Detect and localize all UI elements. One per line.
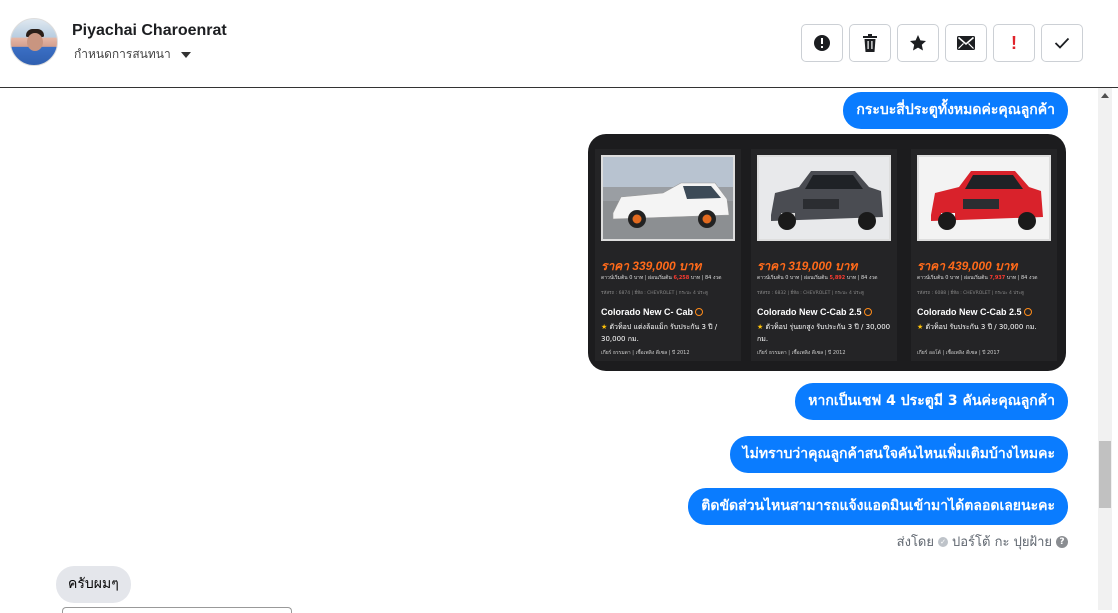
car-financing: ดาวน์เริ่มต้น 0 บาท | ผ่อนเริ่มต้น 5,892… [757, 274, 893, 282]
car-model-name: Colorado New C- Cab [601, 307, 694, 317]
mark-unread-button[interactable] [945, 24, 987, 62]
car-financing-text: บาท | 84 งวด [845, 275, 878, 281]
car-photo [757, 155, 891, 241]
car-listing-card[interactable]: ราคา 319,000 บาท ดาวน์เริ่มต้น 0 บาท | ผ… [751, 149, 897, 361]
alert-circle-icon [814, 35, 830, 51]
car-model: Colorado New C-Cab 2.5 [757, 307, 872, 317]
car-category: รหัสรถ : 6874 | ยี่ห้อ : CHEVROLET | กระ… [601, 291, 708, 296]
car-meta: เกียร์ ออโต้ | เชื้อเพลิง ดีเซล | ปี 201… [917, 350, 1000, 356]
assign-conversation-label: กำหนดการสนทนา [74, 47, 171, 61]
help-icon[interactable]: ? [1056, 535, 1068, 548]
incoming-message[interactable]: ครับผมๆ [56, 566, 131, 603]
outgoing-message[interactable]: กระบะสี่ประตูทั้งหมดค่ะคุณลูกค้า [843, 92, 1068, 129]
car-model: Colorado New C-Cab 2.5 [917, 307, 1032, 317]
star-icon: ★ [757, 323, 766, 331]
car-monthly-payment: 6,258 [673, 275, 690, 281]
outgoing-message[interactable]: หากเป็นเชฟ 4 ประตูมี 3 คันค่ะคุณลูกค้า [795, 383, 1068, 420]
envelope-icon [957, 36, 975, 50]
star-icon: ★ [917, 323, 926, 331]
car-monthly-payment: 5,892 [829, 275, 846, 281]
sent-by-prefix: ส่งโดย [896, 535, 934, 550]
sent-by-line: ส่งโดย ✓ ปอร์โต้ กะ ปุยฝ้าย ? [897, 531, 1068, 552]
conversation-toolbar: ! [801, 24, 1083, 62]
car-financing-text: ดาวน์เริ่มต้น 0 บาท | ผ่อนเริ่มต้น [917, 275, 990, 281]
product-catalog-image[interactable]: ราคา 339,000 บาท ดาวน์เริ่มต้น 0 บาท | ผ… [588, 134, 1066, 371]
car-financing-text: ดาวน์เริ่มต้น 0 บาท | ผ่อนเริ่มต้น [601, 275, 674, 281]
car-category: รหัสรถ : 6832 | ยี่ห้อ : CHEVROLET | กระ… [757, 291, 864, 296]
verified-icon [1023, 308, 1032, 316]
car-listing-card[interactable]: ราคา 439,000 บาท ดาวน์เริ่มต้น 0 บาท | ผ… [911, 149, 1057, 361]
car-photo [601, 155, 735, 241]
car-monthly-payment: 7,937 [989, 275, 1006, 281]
scroll-up-arrow-icon[interactable] [1101, 93, 1109, 98]
delete-button[interactable] [849, 24, 891, 62]
car-financing-text: บาท | 84 งวด [689, 275, 722, 281]
car-description-text: ตัวท็อป รับประกัน 3 ปี / 30,000 กม. [925, 323, 1037, 331]
car-description-text: ตัวท็อป แต่งล้อแม็ก รับประกัน 3 ปี / 30,… [601, 323, 718, 343]
star-icon: ★ [601, 323, 610, 331]
car-meta: เกียร์ ธรรมดา | เชื้อเพลิง ดีเซล | ปี 20… [601, 350, 690, 356]
scrollbar-thumb[interactable] [1099, 441, 1111, 508]
pickup-truck-icon [919, 157, 1049, 239]
verified-icon [695, 308, 704, 316]
trash-icon [863, 34, 877, 52]
mark-important-button[interactable]: ! [993, 24, 1035, 62]
next-message-preview [62, 607, 292, 613]
avatar-face [27, 33, 43, 51]
car-model: Colorado New C- Cab [601, 307, 704, 317]
car-model-name: Colorado New C-Cab 2.5 [757, 307, 862, 317]
car-model-name: Colorado New C-Cab 2.5 [917, 307, 1022, 317]
check-circle-icon: ✓ [938, 536, 948, 547]
car-description-text: ตัวท็อป รุ่นยกสูง รับประกัน 3 ปี / 30,00… [757, 323, 891, 343]
outgoing-message[interactable]: ไม่ทราบว่าคุณลูกค้าสนใจคันไหนเพิ่มเติมบ้… [729, 436, 1068, 473]
car-category: รหัสรถ : 6088 | ยี่ห้อ : CHEVROLET | กระ… [917, 291, 1024, 296]
car-financing-text: บาท | 84 งวด [1005, 275, 1038, 281]
car-description: ★ ตัวท็อป รุ่นยกสูง รับประกัน 3 ปี / 30,… [757, 321, 893, 345]
star-button[interactable] [897, 24, 939, 62]
report-spam-button[interactable] [801, 24, 843, 62]
car-financing: ดาวน์เริ่มต้น 0 บาท | ผ่อนเริ่มต้น 6,258… [601, 274, 737, 282]
checkmark-icon [1054, 37, 1070, 49]
contact-avatar[interactable] [10, 18, 58, 66]
star-icon [910, 35, 926, 51]
sent-by-name[interactable]: ปอร์โต้ กะ ปุยฝ้าย [952, 531, 1052, 552]
exclamation-icon: ! [1011, 32, 1017, 53]
car-financing: ดาวน์เริ่มต้น 0 บาท | ผ่อนเริ่มต้น 7,937… [917, 274, 1053, 282]
car-photo [917, 155, 1051, 241]
car-description: ★ ตัวท็อป แต่งล้อแม็ก รับประกัน 3 ปี / 3… [601, 321, 737, 345]
pickup-truck-icon [603, 157, 733, 239]
conversation-header: Piyachai Charoenrat กำหนดการสนทนา ! [0, 0, 1118, 88]
car-financing-text: ดาวน์เริ่มต้น 0 บาท | ผ่อนเริ่มต้น [757, 275, 830, 281]
pickup-truck-icon [759, 157, 889, 239]
outgoing-message[interactable]: ติดขัดส่วนไหนสามารถแจ้งแอดมินเข้ามาได้ตล… [688, 488, 1068, 525]
contact-name[interactable]: Piyachai Charoenrat [72, 22, 227, 40]
car-meta: เกียร์ ธรรมดา | เชื้อเพลิง ดีเซล | ปี 20… [757, 350, 846, 356]
verified-icon [863, 308, 872, 316]
assign-conversation-dropdown[interactable]: กำหนดการสนทนา [74, 45, 191, 64]
mark-done-button[interactable] [1041, 24, 1083, 62]
scrollbar[interactable] [1098, 88, 1112, 610]
car-listing-card[interactable]: ราคา 339,000 บาท ดาวน์เริ่มต้น 0 บาท | ผ… [595, 149, 741, 361]
caret-down-icon [180, 52, 191, 58]
car-description: ★ ตัวท็อป รับประกัน 3 ปี / 30,000 กม. [917, 321, 1053, 333]
